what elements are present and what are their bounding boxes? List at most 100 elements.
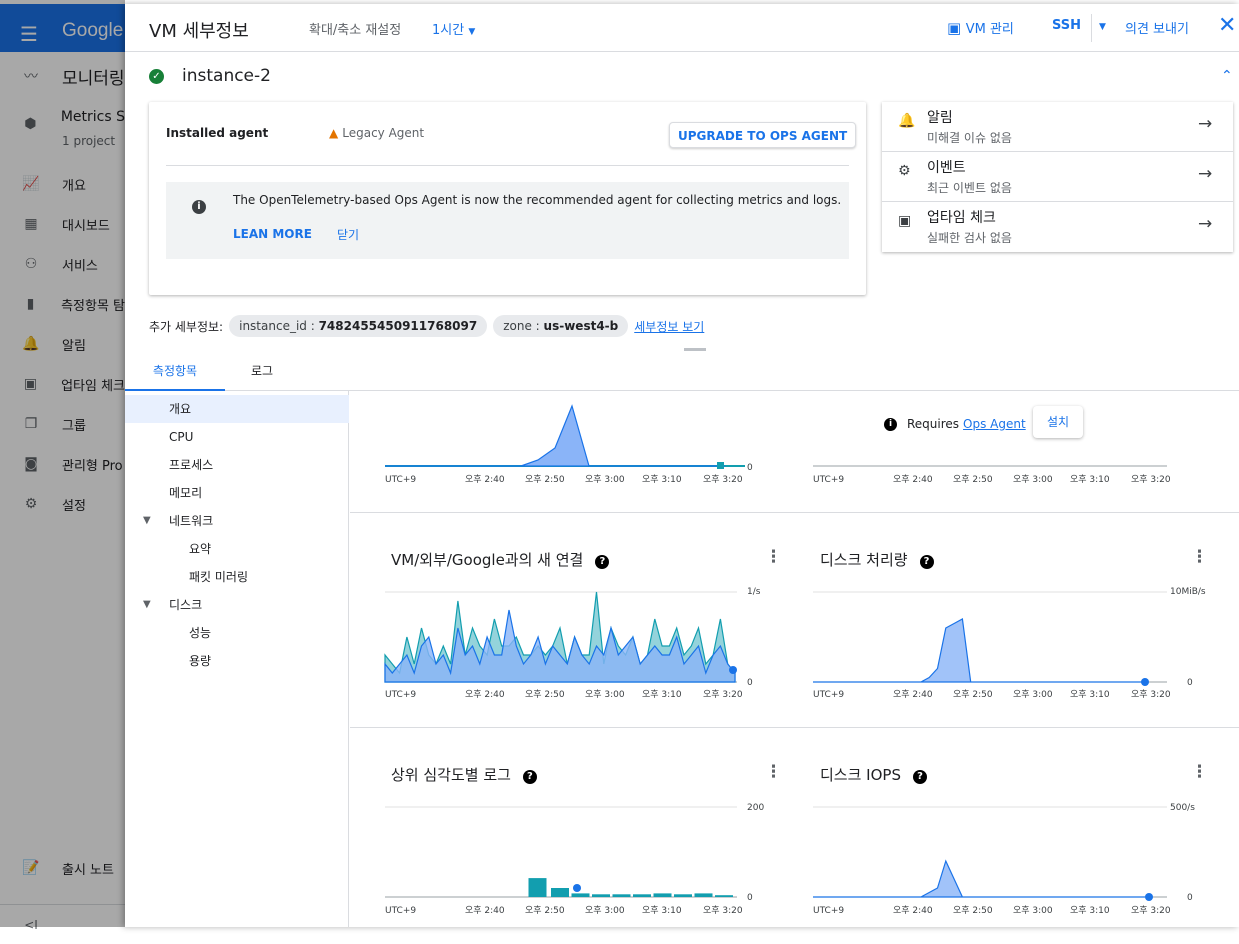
series-area: [384, 609, 736, 683]
tab-metrics[interactable]: 측정항목: [125, 354, 225, 391]
chart-title-text: 상위 심각도별 로그: [391, 766, 511, 784]
tree-item[interactable]: 개요: [125, 395, 349, 423]
y-tick-label: 0: [747, 678, 753, 688]
more-vert-icon[interactable]: ⋮: [1191, 762, 1208, 782]
chip-value: 7482455450911768097: [318, 319, 478, 333]
chart-title: 디스크 IOPS?: [820, 764, 927, 785]
collapse-icon[interactable]: ⌃: [1221, 68, 1233, 84]
bar: [551, 888, 569, 897]
chart-title: 디스크 처리량?: [820, 549, 934, 570]
legacy-agent-status: ▲ Legacy Agent: [329, 126, 424, 140]
ssh-dropdown-icon[interactable]: ▼: [1099, 22, 1106, 32]
x-tick-label: 오후 2:50: [953, 474, 993, 485]
tree-item-label: 용량: [189, 654, 212, 668]
side-row-uptime[interactable]: ▣ 업타임 체크 실패한 검사 없음 →: [882, 202, 1233, 252]
ssh-button[interactable]: SSH: [1052, 18, 1081, 33]
caret-down-icon[interactable]: ▼: [143, 507, 151, 535]
view-details-link[interactable]: 세부정보 보기: [634, 318, 704, 335]
install-button[interactable]: 설치: [1033, 406, 1083, 438]
tree-item[interactable]: 메모리: [125, 479, 349, 507]
x-tick-label: 오후 3:00: [1013, 905, 1053, 916]
tab-logs[interactable]: 로그: [212, 354, 312, 391]
y-tick-label: 500/s: [1170, 803, 1195, 813]
y-tick-label: 0: [1187, 678, 1193, 688]
upgrade-ops-agent-button[interactable]: UPGRADE TO OPS AGENT: [669, 122, 857, 148]
x-tick-label: UTC+9: [385, 906, 416, 916]
dismiss-link[interactable]: 닫기: [337, 226, 359, 243]
info-banner: i The OpenTelemetry-based Ops Agent is n…: [166, 182, 849, 259]
x-tick-label: UTC+9: [385, 690, 416, 700]
tree-item[interactable]: 프로세스: [125, 451, 349, 479]
help-icon[interactable]: ?: [595, 555, 610, 569]
ops-agent-link[interactable]: Ops Agent: [963, 417, 1026, 431]
x-tick-label: 오후 2:50: [525, 905, 565, 916]
tree-item[interactable]: ▼ 네트워크: [125, 507, 349, 535]
tree-item[interactable]: CPU: [125, 423, 349, 451]
tree-item[interactable]: 패킷 미러링: [125, 563, 349, 591]
tree-item[interactable]: 용량: [125, 647, 349, 675]
series-area: [813, 618, 1145, 683]
tree-item[interactable]: 성능: [125, 619, 349, 647]
tree-item[interactable]: ▼ 디스크: [125, 591, 349, 619]
arrow-right-icon: →: [1198, 114, 1213, 134]
bar: [694, 893, 713, 897]
vm-manage-button[interactable]: ▣ VM 관리: [947, 18, 1014, 37]
x-tick-label: 오후 3:00: [585, 689, 625, 700]
x-tick-label: UTC+9: [813, 690, 844, 700]
modal-scrim[interactable]: [0, 0, 125, 927]
tree-item-label: 네트워크: [169, 514, 214, 528]
x-tick-label: 오후 3:00: [1013, 689, 1053, 700]
x-tick-label: 오후 3:10: [642, 474, 682, 485]
uptime-icon: ▣: [898, 213, 912, 229]
tree-item-label: 패킷 미러링: [189, 570, 249, 584]
close-icon[interactable]: ✕: [1218, 13, 1236, 38]
divider: [350, 727, 1239, 728]
more-vert-icon[interactable]: ⋮: [765, 762, 782, 782]
help-icon[interactable]: ?: [919, 555, 934, 569]
chart-title: 상위 심각도별 로그?: [391, 764, 537, 785]
x-tick-label: 오후 3:20: [703, 905, 743, 916]
bar: [674, 894, 692, 897]
more-vert-icon[interactable]: ⋮: [765, 547, 782, 567]
installed-agent-label: Installed agent: [166, 126, 269, 140]
resize-handle[interactable]: [684, 348, 706, 351]
x-tick-label: 오후 2:40: [465, 689, 505, 700]
x-tick-label: 오후 2:50: [525, 474, 565, 485]
zoom-reset-button[interactable]: 확대/축소 재설정: [309, 19, 401, 38]
x-tick-label: 오후 2:50: [953, 689, 993, 700]
instance-status: ✓ instance-2: [149, 66, 271, 86]
x-tick-label: 오후 2:50: [953, 905, 993, 916]
chart-title-text: 디스크 처리량: [820, 551, 908, 569]
help-icon[interactable]: ?: [912, 770, 927, 784]
x-tick-label: 오후 2:40: [465, 905, 505, 916]
help-icon[interactable]: ?: [522, 770, 537, 784]
chip-icon: ▣: [947, 19, 962, 37]
x-tick-label: 오후 3:10: [1070, 905, 1110, 916]
x-tick-label: UTC+9: [385, 475, 416, 485]
series-end-marker: [573, 884, 581, 892]
more-vert-icon[interactable]: ⋮: [1191, 547, 1208, 567]
chart-title-text: VM/외부/Google과의 새 연결: [391, 551, 584, 569]
metric-tree: 개요 CPU 프로세스메모리 ▼ 네트워크요약패킷 미러링 ▼ 디스크성능용량: [125, 391, 349, 927]
zone-chip: zone : us-west4-b: [493, 315, 629, 337]
x-tick-label: 오후 3:20: [703, 474, 743, 485]
x-tick-label: 오후 3:10: [1070, 474, 1110, 485]
tree-item-label: 성능: [189, 626, 212, 640]
tree-item[interactable]: 요약: [125, 535, 349, 563]
side-row-events[interactable]: ⚙ 이벤트 최근 이벤트 없음 →: [882, 152, 1233, 202]
arrow-right-icon: →: [1198, 164, 1213, 184]
x-tick-label: 오후 3:20: [703, 689, 743, 700]
side-row-alerts[interactable]: 🔔 알림 미해결 이슈 없음 →: [882, 102, 1233, 152]
caret-down-icon[interactable]: ▼: [143, 591, 151, 619]
warning-icon: ▲: [329, 126, 339, 140]
y-tick-label: 10MiB/s: [1170, 587, 1206, 597]
feedback-button[interactable]: 의견 보내기: [1125, 18, 1189, 37]
x-tick-label: 오후 3:20: [1131, 474, 1171, 485]
extra-details: 추가 세부정보: instance_id : 74824554509117680…: [149, 315, 704, 337]
tree-item-label: 메모리: [169, 486, 203, 500]
time-range-select[interactable]: 1시간 ▼: [432, 19, 475, 38]
instance-name: instance-2: [182, 66, 271, 86]
learn-more-link[interactable]: LEAN MORE: [233, 227, 312, 241]
requires-text: Requires: [907, 417, 960, 431]
series-end-marker: [729, 666, 737, 674]
